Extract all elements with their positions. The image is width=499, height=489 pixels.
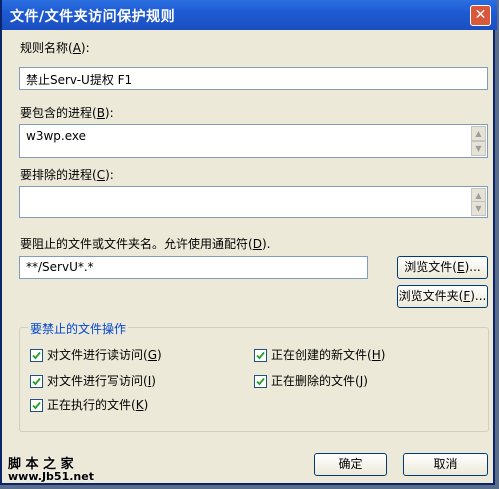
title-bar[interactable]: 文件/文件夹访问保护规则 ✕ [2,0,497,30]
creating-files-label: 正在创建的新文件(H) [271,348,386,362]
checkmark-icon [30,399,43,412]
dialog-title: 文件/文件夹访问保护规则 [10,9,176,25]
block-files-input[interactable]: **/ServU*.* [19,256,368,279]
read-access-label: 对文件进行读访问(G) [47,348,162,362]
exclude-processes-label: 要排除的进程(C): [20,168,114,182]
write-access-label: 对文件进行写访问(I) [47,374,156,388]
watermark-line2: www.Jb51.net [8,470,94,483]
exclude-scrollbar[interactable]: ▲ ▼ [471,188,486,216]
include-processes-textarea[interactable]: w3wp.exe ▲ ▼ [19,124,488,158]
include-processes-label: 要包含的进程(B): [20,106,114,120]
block-files-label: 要阻止的文件或文件夹名。允许使用通配符(D). [20,237,271,251]
rule-dialog: 文件/文件夹访问保护规则 ✕ 规则名称(A): 禁止Serv-U提权 F1 要包… [0,0,497,486]
site-watermark: 脚 本 之 家 www.Jb51.net [4,452,96,486]
close-button[interactable]: ✕ [470,5,491,26]
checkmark-icon [254,375,267,388]
deleting-files-label: 正在删除的文件(J) [271,374,368,388]
cancel-button[interactable]: 取消 [403,453,488,476]
checkmark-icon [30,349,43,362]
rule-name-label: 规则名称(A): [20,41,90,55]
browse-folder-button[interactable]: 浏览文件夹(F)... [397,285,488,308]
ok-button[interactable]: 确定 [314,453,387,476]
rule-name-input[interactable]: 禁止Serv-U提权 F1 [19,67,488,90]
browse-file-button[interactable]: 浏览文件(E)... [397,256,488,279]
checkmark-icon [30,375,43,388]
checkmark-icon [254,349,267,362]
scroll-up-icon[interactable]: ▲ [471,126,486,141]
scroll-down-icon[interactable]: ▼ [471,141,486,156]
executing-files-label: 正在执行的文件(K) [47,398,149,412]
close-icon: ✕ [474,7,487,23]
include-processes-value: w3wp.exe [26,129,86,143]
operations-group-title: 要禁止的文件操作 [28,320,129,337]
include-scrollbar[interactable]: ▲ ▼ [471,126,486,156]
scroll-down-icon[interactable]: ▼ [471,201,486,216]
exclude-processes-textarea[interactable]: ▲ ▼ [19,186,488,218]
